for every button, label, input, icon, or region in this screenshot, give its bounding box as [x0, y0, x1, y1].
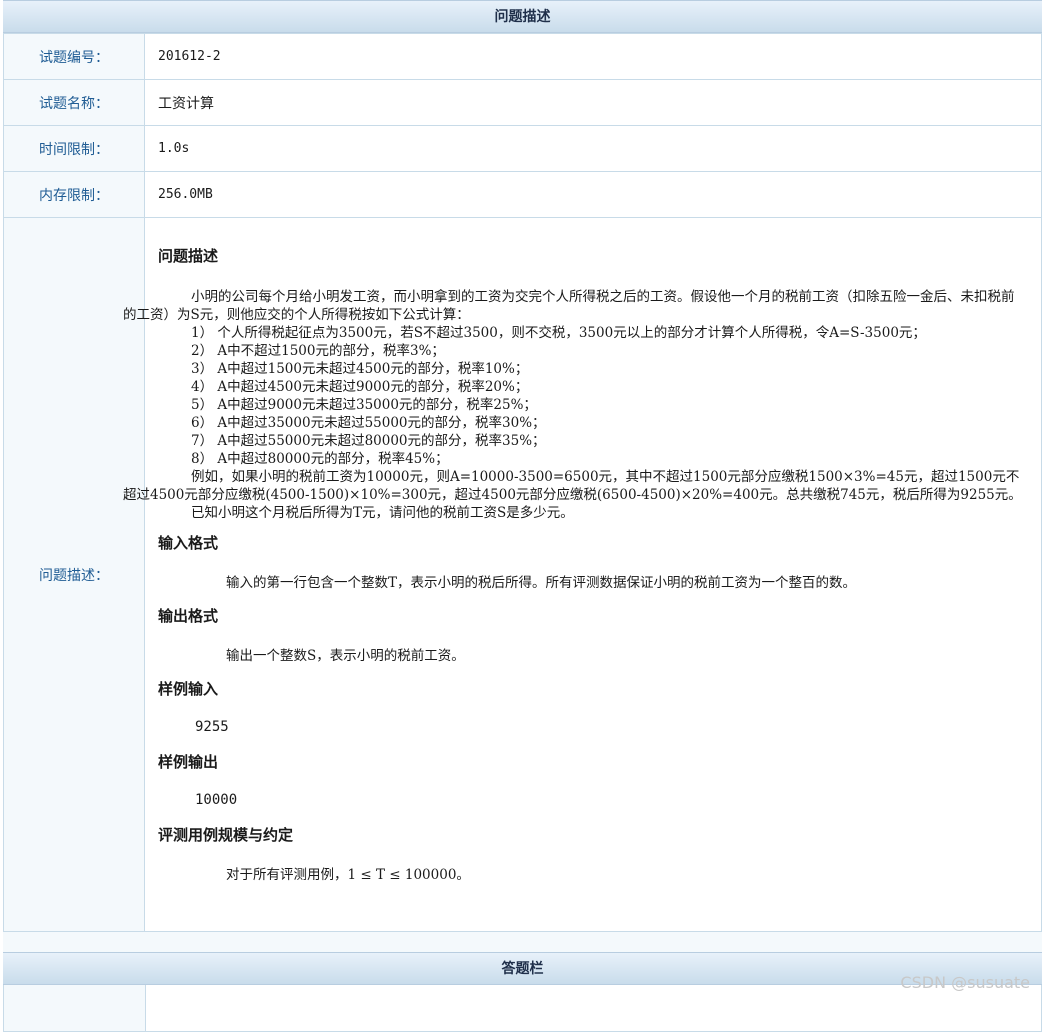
- scale-text: 对于所有评测用例，1 ≤ T ≤ 100000。: [226, 867, 470, 883]
- list-item: 5） A中超过9000元未超过35000元的部分，税率25%；: [191, 397, 537, 413]
- problem-panel: 问题描述 试题编号： 201612-2 试题名称： 工资计算 时间限制： 1.0…: [3, 0, 1042, 1032]
- list-item: 2） A中不超过1500元的部分，税率3%；: [191, 343, 445, 359]
- sample-output-title: 样例输出: [158, 753, 219, 771]
- field-label-id: 试题编号：: [3, 33, 145, 80]
- field-label-name: 试题名称：: [3, 79, 145, 126]
- list-item: 8） A中超过80000元的部分，税率45%；: [191, 451, 449, 467]
- sample-input-value: 9255: [195, 719, 229, 735]
- answer-label-cell: [4, 985, 146, 1031]
- input-format-title: 输入格式: [158, 534, 219, 552]
- field-label-time: 时间限制：: [3, 125, 145, 172]
- section-header-problem: 问题描述: [3, 0, 1042, 33]
- description-example: 例如，如果小明的税前工资为10000元，则A=10000-3500=6500元，…: [123, 469, 1022, 503]
- list-item: 4） A中超过4500元未超过9000元的部分，税率20%；: [191, 379, 529, 395]
- input-format-text: 输入的第一行包含一个整数T，表示小明的税后所得。所有评测数据保证小明的税前工资为…: [226, 575, 857, 591]
- output-format-title: 输出格式: [158, 607, 219, 625]
- description-title: 问题描述: [158, 247, 219, 265]
- sample-output-value: 10000: [195, 792, 238, 808]
- field-value-time: 1.0s: [144, 125, 1042, 172]
- list-item: 6） A中超过35000元未超过55000元的部分，税率30%；: [191, 415, 546, 431]
- problem-info-table: 试题编号： 201612-2 试题名称： 工资计算 时间限制： 1.0s 内存限…: [3, 33, 1042, 932]
- scale-title: 评测用例规模与约定: [158, 826, 294, 844]
- field-label-memory: 内存限制：: [3, 171, 145, 218]
- field-value-memory: 256.0MB: [144, 171, 1042, 218]
- answer-row: [3, 985, 1042, 1032]
- field-value-id: 201612-2: [144, 33, 1042, 80]
- section-spacer: [3, 932, 1042, 952]
- field-value-name: 工资计算: [144, 79, 1042, 126]
- list-item: 1） 个人所得税起征点为3500元，若S不超过3500，则不交税，3500元以上…: [191, 325, 926, 341]
- table-row: 时间限制： 1.0s: [3, 125, 1042, 172]
- table-row: 问题描述： 问题描述 小明的公司每个月给小明发工资，而小明拿到的工资为交完个人所…: [3, 217, 1042, 932]
- section-header-answer: 答题栏: [3, 952, 1042, 985]
- output-format-text: 输出一个整数S，表示小明的税前工资。: [226, 648, 465, 664]
- table-row: 试题名称： 工资计算: [3, 79, 1042, 126]
- table-row: 试题编号： 201612-2: [3, 33, 1042, 80]
- description-content: 问题描述 小明的公司每个月给小明发工资，而小明拿到的工资为交完个人所得税之后的工…: [123, 217, 1042, 932]
- table-row: 内存限制： 256.0MB: [3, 171, 1042, 218]
- list-item: 7） A中超过55000元未超过80000元的部分，税率35%；: [191, 433, 546, 449]
- tax-rules-list: 1） 个人所得税起征点为3500元，若S不超过3500，则不交税，3500元以上…: [123, 324, 1027, 468]
- list-item: 3） A中超过1500元未超过4500元的部分，税率10%；: [191, 361, 529, 377]
- watermark: CSDN @susuate: [900, 973, 1030, 992]
- description-question: 已知小明这个月税后所得为T元，请问他的税前工资S是多少元。: [191, 505, 574, 521]
- sample-input-title: 样例输入: [158, 680, 219, 698]
- description-intro: 小明的公司每个月给小明发工资，而小明拿到的工资为交完个人所得税之后的工资。假设他…: [123, 289, 1015, 323]
